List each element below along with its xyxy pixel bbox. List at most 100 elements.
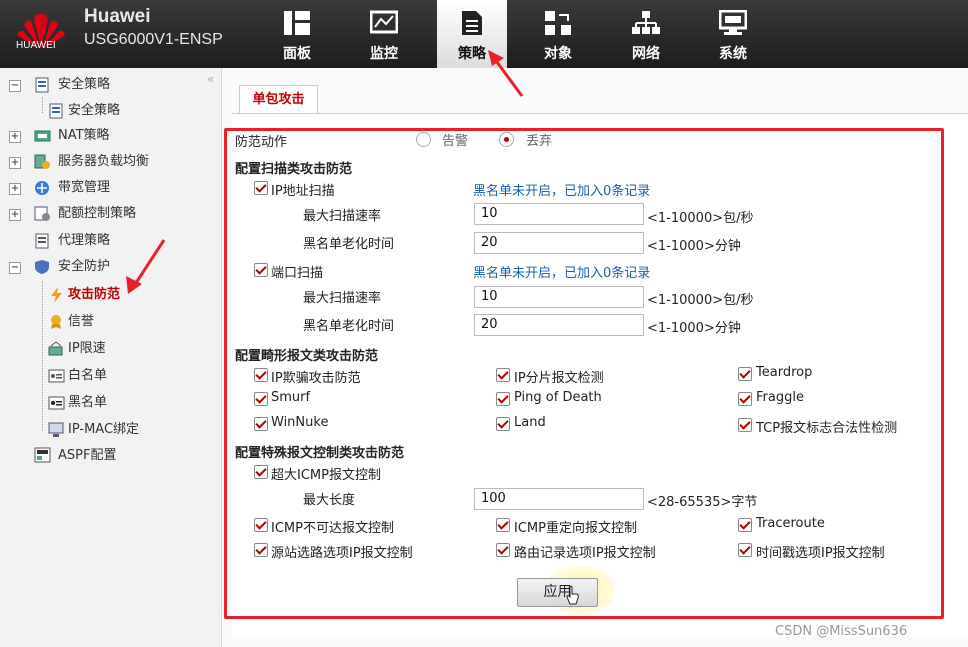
collapse-toggle-icon[interactable]: − bbox=[9, 262, 21, 274]
sidebar-item-label: NAT策略 bbox=[58, 128, 110, 143]
sidebar-item-label: 带宽管理 bbox=[58, 180, 111, 195]
checkbox-teardrop[interactable] bbox=[738, 367, 752, 381]
ip-spoofing-label: IP欺骗攻击防范 bbox=[271, 371, 361, 386]
checkbox-route-record[interactable] bbox=[496, 543, 510, 557]
whitelist-icon bbox=[48, 369, 65, 383]
checkbox-port-scan[interactable] bbox=[254, 263, 268, 277]
rate-limit-icon bbox=[48, 341, 63, 356]
nav-network[interactable]: 网络 bbox=[611, 0, 681, 68]
checkbox-smurf[interactable] bbox=[254, 392, 268, 406]
network-icon bbox=[632, 11, 660, 34]
sidebar-item-aspf[interactable]: ASPF配置 bbox=[0, 444, 220, 468]
sidebar-item-label: ASPF配置 bbox=[58, 448, 117, 463]
checkbox-ping-of-death[interactable] bbox=[496, 392, 510, 406]
blacklist-icon bbox=[48, 396, 65, 410]
port-scan-rate-label: 最大扫描速率 bbox=[303, 291, 382, 306]
winnuke-label: WinNuke bbox=[271, 415, 329, 430]
policy-doc-icon bbox=[35, 77, 49, 93]
nav-dashboard[interactable]: 面板 bbox=[262, 0, 332, 68]
ip-scan-rate-range: <1-10000>包/秒 bbox=[647, 211, 754, 226]
port-scan-rate-input[interactable] bbox=[474, 286, 644, 308]
radio-discard[interactable] bbox=[499, 132, 514, 147]
large-icmp-label: 超大ICMP报文控制 bbox=[271, 468, 381, 483]
logo-text: HUAWEI bbox=[16, 40, 56, 51]
sidebar-item-proxy-policy[interactable]: 代理策略 bbox=[0, 229, 220, 253]
annotation-arrow-icon bbox=[488, 50, 524, 97]
smurf-label: Smurf bbox=[271, 390, 311, 405]
computer-icon bbox=[48, 422, 64, 437]
ip-scan-age-label: 黑名单老化时间 bbox=[303, 237, 395, 252]
section-title-malformed: 配置畸形报文类攻击防范 bbox=[235, 349, 379, 364]
nav-label: 对象 bbox=[544, 46, 572, 62]
tab-single-packet-attack[interactable]: 单包攻击 bbox=[239, 85, 318, 114]
checkbox-icmp-redirect[interactable] bbox=[496, 518, 510, 532]
device-model: USG6000V1-ENSP bbox=[84, 31, 223, 48]
checkbox-traceroute[interactable] bbox=[738, 518, 752, 532]
section-title-scan: 配置扫描类攻击防范 bbox=[235, 162, 353, 177]
checkbox-large-icmp[interactable] bbox=[254, 465, 268, 479]
port-scan-age-input[interactable] bbox=[474, 314, 644, 336]
radio-alert[interactable] bbox=[416, 132, 431, 147]
expand-toggle-icon[interactable]: + bbox=[9, 131, 21, 143]
ip-scan-age-input[interactable] bbox=[474, 232, 644, 254]
expand-toggle-icon[interactable]: + bbox=[9, 157, 21, 169]
nav-system[interactable]: 系统 bbox=[698, 0, 768, 68]
sidebar-item-bandwidth[interactable]: + 带宽管理 bbox=[0, 176, 220, 200]
sidebar-item-ip-mac-binding[interactable]: IP-MAC绑定 bbox=[0, 418, 220, 442]
sidebar-item-whitelist[interactable]: 白名单 bbox=[0, 364, 220, 388]
sidebar-item-nat-policy[interactable]: + NAT策略 bbox=[0, 124, 220, 148]
sidebar-item-blacklist[interactable]: 黑名单 bbox=[0, 391, 220, 415]
server-icon bbox=[34, 154, 50, 169]
sidebar-item-label: 黑名单 bbox=[68, 395, 108, 410]
icmp-redirect-label: ICMP重定向报文控制 bbox=[514, 521, 637, 536]
ip-scan-rate-label: 最大扫描速率 bbox=[303, 209, 382, 224]
radio-alert-label: 告警 bbox=[442, 134, 469, 149]
sidebar-item-reputation[interactable]: 信誉 bbox=[0, 310, 220, 334]
policy-icon bbox=[462, 11, 482, 35]
monitor-icon bbox=[370, 10, 398, 34]
ip-scan-rate-input[interactable] bbox=[474, 203, 644, 225]
apply-button[interactable]: 应用 bbox=[517, 578, 598, 607]
nav-monitor[interactable]: 监控 bbox=[349, 0, 419, 68]
sidebar-item-attack-defense[interactable]: 攻击防范 bbox=[0, 283, 220, 307]
checkbox-ip-spoofing[interactable] bbox=[254, 368, 268, 382]
aspf-icon bbox=[34, 447, 51, 463]
sidebar-item-label: 攻击防范 bbox=[68, 287, 121, 302]
collapse-toggle-icon[interactable]: − bbox=[9, 80, 21, 92]
sidebar-item-label: 代理策略 bbox=[58, 233, 111, 248]
ip-scan-label: IP地址扫描 bbox=[271, 184, 335, 199]
checkbox-tcp-flag[interactable] bbox=[738, 418, 752, 432]
sidebar-item-security-policy[interactable]: 安全策略 bbox=[0, 99, 220, 123]
checkbox-land[interactable] bbox=[496, 417, 510, 431]
checkbox-ip-fragment[interactable] bbox=[496, 368, 510, 382]
policy-doc-icon bbox=[49, 103, 63, 119]
sidebar-item-label: 配额控制策略 bbox=[58, 206, 137, 221]
checkbox-source-route[interactable] bbox=[254, 543, 268, 557]
sidebar-item-label: 安全防护 bbox=[58, 259, 111, 274]
checkbox-ip-scan[interactable] bbox=[254, 181, 268, 195]
sidebar-item-server-load-balancing[interactable]: + 服务器负载均衡 bbox=[0, 150, 220, 174]
sidebar-item-security-policy-group[interactable]: − 安全策略 bbox=[0, 73, 220, 97]
sidebar-item-label: 信誉 bbox=[68, 314, 95, 329]
ip-scan-age-range: <1-1000>分钟 bbox=[647, 239, 741, 254]
checkbox-timestamp[interactable] bbox=[738, 543, 752, 557]
defense-action-label: 防范动作 bbox=[235, 135, 288, 150]
expand-toggle-icon[interactable]: + bbox=[9, 183, 21, 195]
sidebar-item-label: IP限速 bbox=[68, 341, 106, 356]
max-length-input[interactable] bbox=[474, 488, 644, 510]
fraggle-label: Fraggle bbox=[756, 390, 804, 405]
sidebar-item-label: 白名单 bbox=[68, 368, 108, 383]
checkbox-fraggle[interactable] bbox=[738, 392, 752, 406]
teardrop-label: Teardrop bbox=[756, 365, 813, 380]
bandwidth-icon bbox=[35, 181, 49, 195]
timestamp-label: 时间戳选项IP报文控制 bbox=[756, 546, 885, 561]
checkbox-icmp-unreachable[interactable] bbox=[254, 518, 268, 532]
expand-toggle-icon[interactable]: + bbox=[9, 209, 21, 221]
nav-object[interactable]: 对象 bbox=[523, 0, 593, 68]
checkbox-winnuke[interactable] bbox=[254, 417, 268, 431]
sidebar-item-ip-rate-limit[interactable]: IP限速 bbox=[0, 337, 220, 361]
ip-scan-blacklist-note: 黑名单未开启，已加入0条记录 bbox=[473, 184, 651, 199]
sidebar-item-quota-control[interactable]: + 配额控制策略 bbox=[0, 202, 220, 226]
sidebar-item-security-protection[interactable]: − 安全防护 bbox=[0, 255, 220, 279]
route-record-label: 路由记录选项IP报文控制 bbox=[514, 546, 656, 561]
